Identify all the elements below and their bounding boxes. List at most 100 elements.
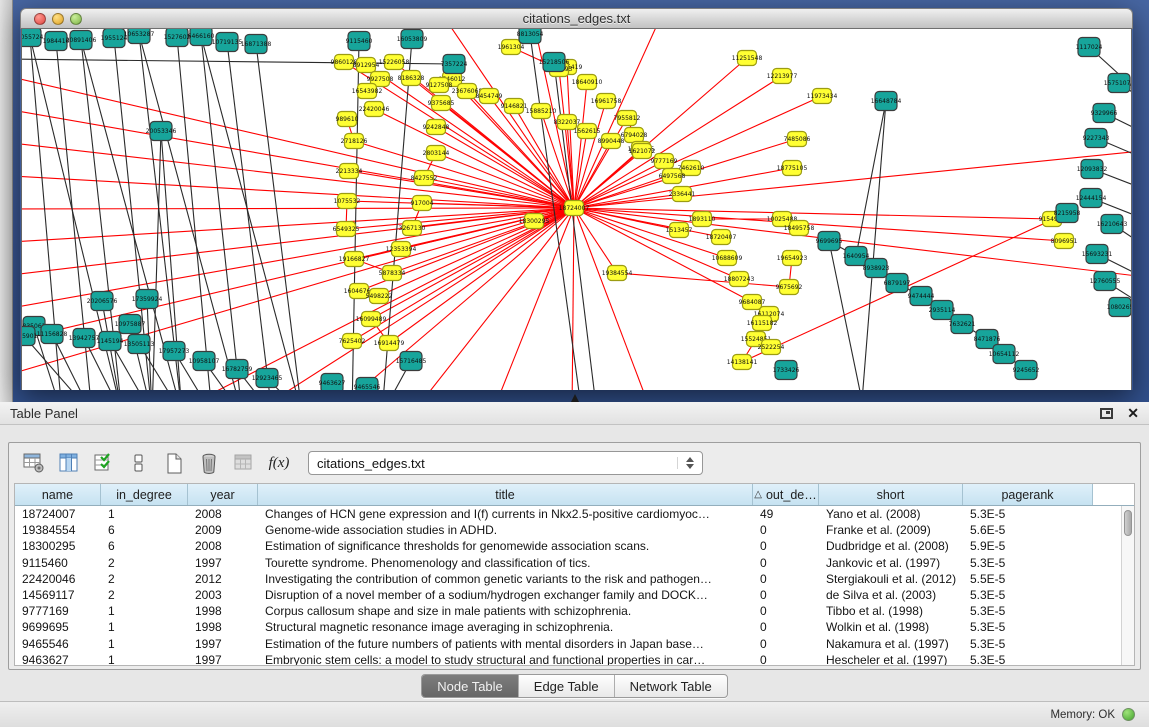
cell-in_degree[interactable]: 2 — [101, 571, 188, 587]
column-header-out_degree[interactable]: △out_de… — [753, 484, 819, 505]
cell-name[interactable]: 9115460 — [15, 555, 101, 571]
cell-year[interactable]: 2008 — [188, 538, 258, 554]
cell-name[interactable]: 9463627 — [15, 652, 101, 665]
cell-out_degree[interactable]: 0 — [753, 522, 819, 538]
table-panel-titlebar[interactable]: Table Panel ✕ — [0, 402, 1149, 425]
cell-title[interactable]: Disruption of a novel member of a sodium… — [258, 587, 753, 603]
table-row[interactable]: 946554611997Estimation of the future num… — [15, 636, 1121, 652]
cell-out_degree[interactable]: 49 — [753, 506, 819, 522]
cell-short[interactable]: Wolkin et al. (1998) — [819, 619, 963, 635]
cell-out_degree[interactable]: 0 — [753, 555, 819, 571]
cell-in_degree[interactable]: 6 — [101, 522, 188, 538]
graph-edge[interactable] — [22, 208, 574, 209]
function-builder-icon[interactable]: f(x) — [267, 451, 291, 475]
table-row[interactable]: 2242004622012Investigating the contribut… — [15, 571, 1121, 587]
cell-name[interactable]: 18724007 — [15, 506, 101, 522]
graph-edge[interactable] — [22, 208, 574, 244]
cell-year[interactable]: 2012 — [188, 571, 258, 587]
cell-short[interactable]: Dudbridge et al. (2008) — [819, 538, 963, 554]
cell-short[interactable]: de Silva et al. (2003) — [819, 587, 963, 603]
cell-year[interactable]: 1998 — [188, 619, 258, 635]
table-row[interactable]: 911546021997Tourette syndrome. Phenomeno… — [15, 555, 1121, 571]
graph-edge[interactable] — [574, 101, 606, 208]
cell-short[interactable]: Jankovic et al. (1997) — [819, 555, 963, 571]
cell-title[interactable]: Embryonic stem cells: a model to study s… — [258, 652, 753, 665]
window-titlebar[interactable]: citations_edges.txt — [20, 8, 1133, 29]
cell-in_degree[interactable]: 6 — [101, 538, 188, 554]
table-row[interactable]: 1830029562008Estimation of significance … — [15, 538, 1121, 554]
cell-short[interactable]: Stergiakouli et al. (2012) — [819, 571, 963, 587]
cell-short[interactable]: Nakamura et al. (1997) — [819, 636, 963, 652]
graph-edge[interactable] — [856, 101, 886, 256]
table-columns-icon[interactable] — [57, 451, 81, 475]
cell-in_degree[interactable]: 1 — [101, 603, 188, 619]
table-row[interactable]: 1938455462009Genome-wide association stu… — [15, 522, 1121, 538]
cell-in_degree[interactable]: 1 — [101, 636, 188, 652]
cell-year[interactable]: 2008 — [188, 506, 258, 522]
table-select-icon[interactable] — [92, 451, 116, 475]
cell-in_degree[interactable]: 1 — [101, 619, 188, 635]
table-row[interactable]: 946362711997Embryonic stem cells: a mode… — [15, 652, 1121, 665]
table-row[interactable]: 1456911722003Disruption of a novel membe… — [15, 587, 1121, 603]
graph-edge[interactable] — [574, 208, 1052, 219]
scrollbar-thumb[interactable] — [1124, 510, 1132, 536]
cell-out_degree[interactable]: 0 — [753, 636, 819, 652]
cell-pagerank[interactable]: 5.9E-5 — [963, 538, 1093, 554]
table-row[interactable]: 977716911998Corpus callosum shape and si… — [15, 603, 1121, 619]
column-header-year[interactable]: year — [188, 484, 258, 505]
graph-edge[interactable] — [572, 208, 574, 390]
cell-year[interactable]: 1998 — [188, 603, 258, 619]
cell-out_degree[interactable]: 0 — [753, 538, 819, 554]
cell-title[interactable]: Genome-wide association studies in ADHD. — [258, 522, 753, 538]
cell-title[interactable]: Estimation of the future numbers of pati… — [258, 636, 753, 652]
cell-out_degree[interactable]: 0 — [753, 652, 819, 665]
graph-edge[interactable] — [617, 273, 789, 287]
table-row[interactable]: 969969511998Structural magnetic resonanc… — [15, 619, 1121, 635]
cell-name[interactable]: 22420046 — [15, 571, 101, 587]
cell-out_degree[interactable]: 0 — [753, 619, 819, 635]
close-panel-icon[interactable]: ✕ — [1127, 406, 1139, 420]
graph-edge[interactable] — [574, 96, 822, 208]
column-header-in_degree[interactable]: in_degree — [101, 484, 188, 505]
column-header-short[interactable]: short — [819, 484, 963, 505]
cell-in_degree[interactable]: 2 — [101, 587, 188, 603]
cell-title[interactable]: Estimation of significance thresholds fo… — [258, 538, 753, 554]
table-options-icon[interactable] — [22, 451, 46, 475]
cell-title[interactable]: Structural magnetic resonance image aver… — [258, 619, 753, 635]
cell-pagerank[interactable]: 5.5E-5 — [963, 571, 1093, 587]
cell-pagerank[interactable]: 5.3E-5 — [963, 619, 1093, 635]
column-header-title[interactable]: title — [258, 484, 753, 505]
network-window[interactable]: citations_edges.txt 18724007183002951938… — [20, 8, 1133, 390]
cell-pagerank[interactable]: 5.3E-5 — [963, 636, 1093, 652]
float-panel-icon[interactable] — [1100, 408, 1113, 419]
cell-out_degree[interactable]: 0 — [753, 571, 819, 587]
cell-pagerank[interactable]: 5.3E-5 — [963, 506, 1093, 522]
cell-name[interactable]: 19384554 — [15, 522, 101, 538]
cell-out_degree[interactable]: 0 — [753, 587, 819, 603]
cell-name[interactable]: 9699695 — [15, 619, 101, 635]
rows-icon[interactable] — [127, 451, 151, 475]
cell-title[interactable]: Investigating the contribution of common… — [258, 571, 753, 587]
cell-name[interactable]: 9465546 — [15, 636, 101, 652]
cell-short[interactable]: Yano et al. (2008) — [819, 506, 963, 522]
tab-node-table[interactable]: Node Table — [422, 675, 519, 697]
cell-year[interactable]: 2003 — [188, 587, 258, 603]
cell-title[interactable]: Tourette syndrome. Phenomenology and cla… — [258, 555, 753, 571]
cell-year[interactable]: 1997 — [188, 636, 258, 652]
graph-edge[interactable] — [412, 208, 574, 390]
import-table-icon[interactable] — [232, 451, 256, 475]
table-selector-dropdown[interactable]: citations_edges.txt — [308, 451, 703, 475]
graph-edge[interactable] — [201, 36, 302, 390]
column-header-name[interactable]: name — [15, 484, 101, 505]
cell-pagerank[interactable]: 5.6E-5 — [963, 522, 1093, 538]
network-canvas[interactable]: 1872400718300295193845542803144842755291… — [21, 29, 1132, 390]
table-row[interactable]: 1872400712008Changes of HCN gene express… — [15, 506, 1121, 522]
cell-pagerank[interactable]: 5.3E-5 — [963, 587, 1093, 603]
cell-short[interactable]: Tibbo et al. (1998) — [819, 603, 963, 619]
cell-year[interactable]: 1997 — [188, 555, 258, 571]
cell-title[interactable]: Corpus callosum shape and size in male p… — [258, 603, 753, 619]
cell-name[interactable]: 9777169 — [15, 603, 101, 619]
graph-edge[interactable] — [574, 208, 652, 390]
cell-name[interactable]: 14569117 — [15, 587, 101, 603]
cell-out_degree[interactable]: 0 — [753, 603, 819, 619]
